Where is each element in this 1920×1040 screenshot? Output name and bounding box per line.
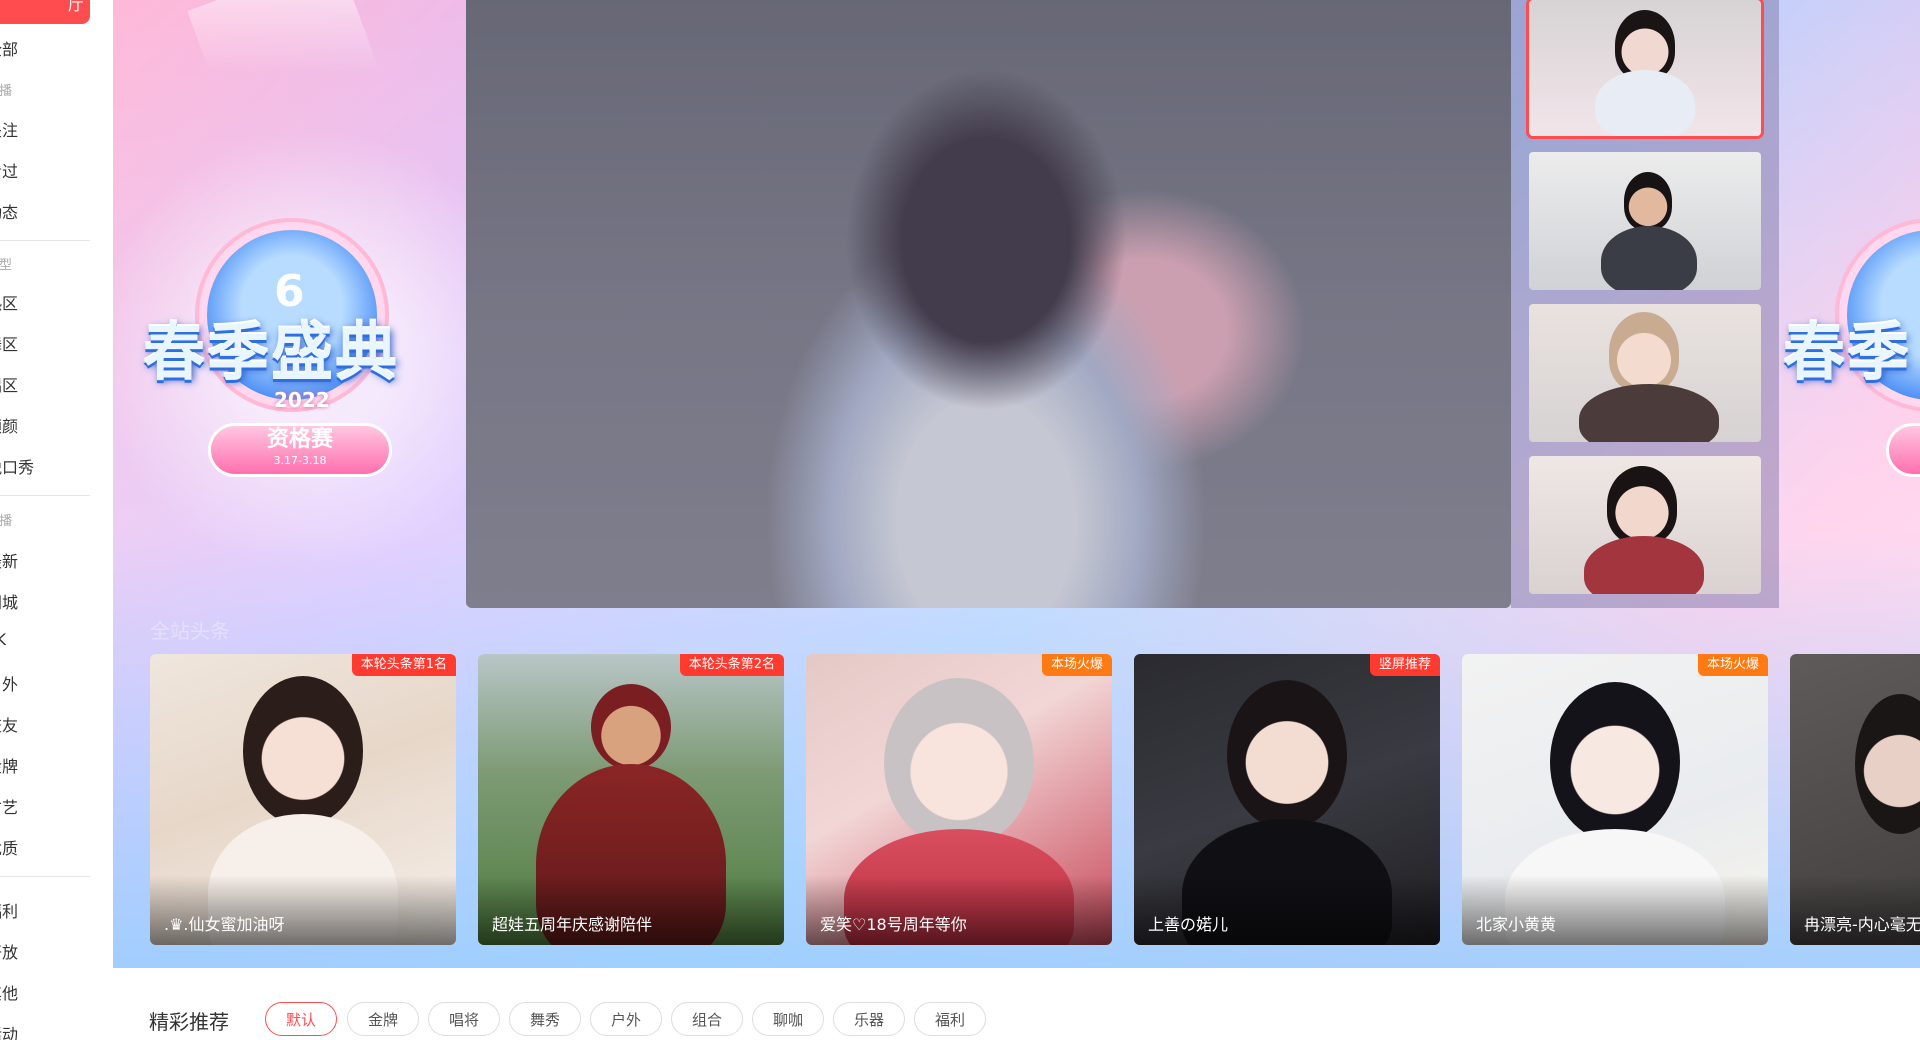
sidebar-item-local[interactable]: 同城 bbox=[0, 589, 106, 613]
event-logo[interactable]: 6 春季盛典 2022 资格赛 3.17-3.18 bbox=[143, 210, 449, 474]
thumbnail-figure bbox=[1609, 312, 1679, 392]
thumbnail-figure bbox=[1624, 172, 1672, 230]
event-title-right: 春季 bbox=[1783, 316, 1912, 389]
filter-chat[interactable]: 聊咖 bbox=[752, 1002, 824, 1036]
card-badge: 本场火爆 bbox=[1041, 654, 1112, 676]
stream-thumbnail[interactable] bbox=[1529, 304, 1761, 442]
card-figure bbox=[243, 676, 363, 826]
sidebar-group-label: 主播 bbox=[0, 514, 13, 529]
sidebar-item-gold[interactable]: 金牌 bbox=[0, 753, 106, 777]
sidebar: 厅 全部 主播 关注 看过 动态 类型 热区 舞区 唱区 颜颜 脱口秀 主播 最… bbox=[0, 0, 114, 1040]
player-overlay bbox=[466, 0, 1511, 608]
stream-card[interactable]: 冉漂亮-内心毫无 bbox=[1790, 654, 1920, 945]
stream-card[interactable]: 本轮头条第1名 .♛.仙女蜜加油呀 bbox=[150, 654, 456, 945]
sidebar-item-history[interactable]: 看过 bbox=[0, 158, 106, 182]
thumbnail-figure-body bbox=[1579, 384, 1719, 442]
sidebar-divider bbox=[0, 240, 90, 241]
sidebar-divider bbox=[0, 495, 90, 496]
card-figure bbox=[1550, 682, 1680, 842]
filter-instrument[interactable]: 乐器 bbox=[833, 1002, 905, 1036]
thumbnail-figure-body bbox=[1595, 70, 1695, 136]
event-stage: 资格赛 bbox=[266, 427, 333, 452]
sidebar-item-talent[interactable]: 才艺 bbox=[0, 794, 106, 818]
filter-dance[interactable]: 舞秀 bbox=[509, 1002, 581, 1036]
sidebar-item-other[interactable]: 其他 bbox=[0, 980, 106, 1004]
stream-thumbnail[interactable] bbox=[1529, 0, 1761, 136]
sidebar-item-dynamic[interactable]: 动态 bbox=[0, 199, 106, 223]
thumbnail-figure bbox=[1607, 466, 1677, 544]
filter-default[interactable]: 默认 bbox=[265, 1002, 337, 1036]
card-badge: 本场火爆 bbox=[1697, 654, 1768, 676]
card-figure bbox=[591, 684, 671, 770]
card-badge: 本轮头条第2名 bbox=[679, 654, 784, 676]
cards-section-title: 全站头条 bbox=[150, 619, 230, 643]
card-streamer-name: 冉漂亮-内心毫无 bbox=[1804, 915, 1920, 934]
video-player[interactable] bbox=[466, 0, 1511, 608]
filter-welfare[interactable]: 福利 bbox=[914, 1002, 986, 1036]
sidebar-group-label: 主播 bbox=[0, 84, 13, 99]
thumbnail-figure-body bbox=[1584, 536, 1704, 594]
sidebar-item-all[interactable]: 全部 bbox=[0, 36, 106, 60]
stream-card[interactable]: 竖屏推荐 上善の婼儿 bbox=[1134, 654, 1440, 945]
card-figure bbox=[884, 678, 1034, 848]
card-figure bbox=[1227, 680, 1347, 830]
recommend-title: 精彩推荐 bbox=[149, 1010, 229, 1034]
card-badge: 竖屏推荐 bbox=[1369, 654, 1440, 676]
sidebar-item-friends[interactable]: 交友 bbox=[0, 712, 106, 736]
filter-outdoor[interactable]: 户外 bbox=[590, 1002, 662, 1036]
event-stage-badge[interactable]: 资格赛 3.17-3.18 bbox=[211, 426, 389, 474]
card-streamer-name: 爱笑♡18号周年等你 bbox=[820, 915, 967, 934]
sidebar-item-pk[interactable]: PK bbox=[0, 630, 106, 649]
filter-singer[interactable]: 唱将 bbox=[428, 1002, 500, 1036]
sidebar-item-sing[interactable]: 唱区 bbox=[0, 372, 106, 396]
sidebar-group-label: 类型 bbox=[0, 258, 13, 273]
card-streamer-name: 上善の婼儿 bbox=[1148, 915, 1229, 934]
event-logo-right[interactable]: 春季 bbox=[1783, 210, 1920, 474]
stream-card[interactable]: 本轮头条第2名 超娃五周年庆感谢陪伴 bbox=[478, 654, 784, 945]
event-stage-badge-right[interactable] bbox=[1889, 426, 1920, 474]
sidebar-item-follow[interactable]: 关注 bbox=[0, 117, 106, 141]
sidebar-item-talkshow[interactable]: 脱口秀 bbox=[0, 454, 106, 478]
stream-card[interactable]: 本场火爆 爱笑♡18号周年等你 bbox=[806, 654, 1112, 945]
sidebar-item-activity[interactable]: 活动 bbox=[0, 1021, 106, 1040]
filter-group[interactable]: 组合 bbox=[671, 1002, 743, 1036]
event-title: 春季盛典 bbox=[143, 316, 400, 389]
thumbnail-figure-body bbox=[1601, 226, 1697, 290]
stream-card[interactable]: 本场火爆 北家小黄黄 bbox=[1462, 654, 1768, 945]
event-dates: 3.17-3.18 bbox=[273, 454, 327, 467]
card-streamer-name: 超娃五周年庆感谢陪伴 bbox=[492, 915, 653, 934]
sidebar-divider bbox=[0, 876, 90, 877]
sidebar-item-new[interactable]: 最新 bbox=[0, 548, 106, 572]
sidebar-item-beauty[interactable]: 颜颜 bbox=[0, 413, 106, 437]
card-streamer-name: .♛.仙女蜜加油呀 bbox=[164, 915, 285, 934]
sidebar-item-welfare[interactable]: 福利 bbox=[0, 898, 106, 922]
sidebar-item-quality[interactable]: 优质 bbox=[0, 835, 106, 859]
sidebar-item-dance[interactable]: 舞区 bbox=[0, 331, 106, 355]
stream-thumbnail[interactable] bbox=[1529, 152, 1761, 290]
filter-gold[interactable]: 金牌 bbox=[347, 1002, 419, 1036]
sidebar-item-open[interactable]: 开放 bbox=[0, 939, 106, 963]
card-streamer-name: 北家小黄黄 bbox=[1476, 915, 1557, 934]
event-year: 2022 bbox=[274, 388, 330, 412]
sidebar-item-hot[interactable]: 热区 bbox=[0, 290, 106, 314]
stream-thumbnail[interactable] bbox=[1529, 456, 1761, 594]
stream-thumbnail-list bbox=[1511, 0, 1779, 608]
sidebar-item-outdoor[interactable]: 户外 bbox=[0, 671, 106, 695]
sidebar-active-tab[interactable]: 厅 bbox=[0, 0, 90, 24]
card-badge: 本轮头条第1名 bbox=[351, 654, 456, 676]
